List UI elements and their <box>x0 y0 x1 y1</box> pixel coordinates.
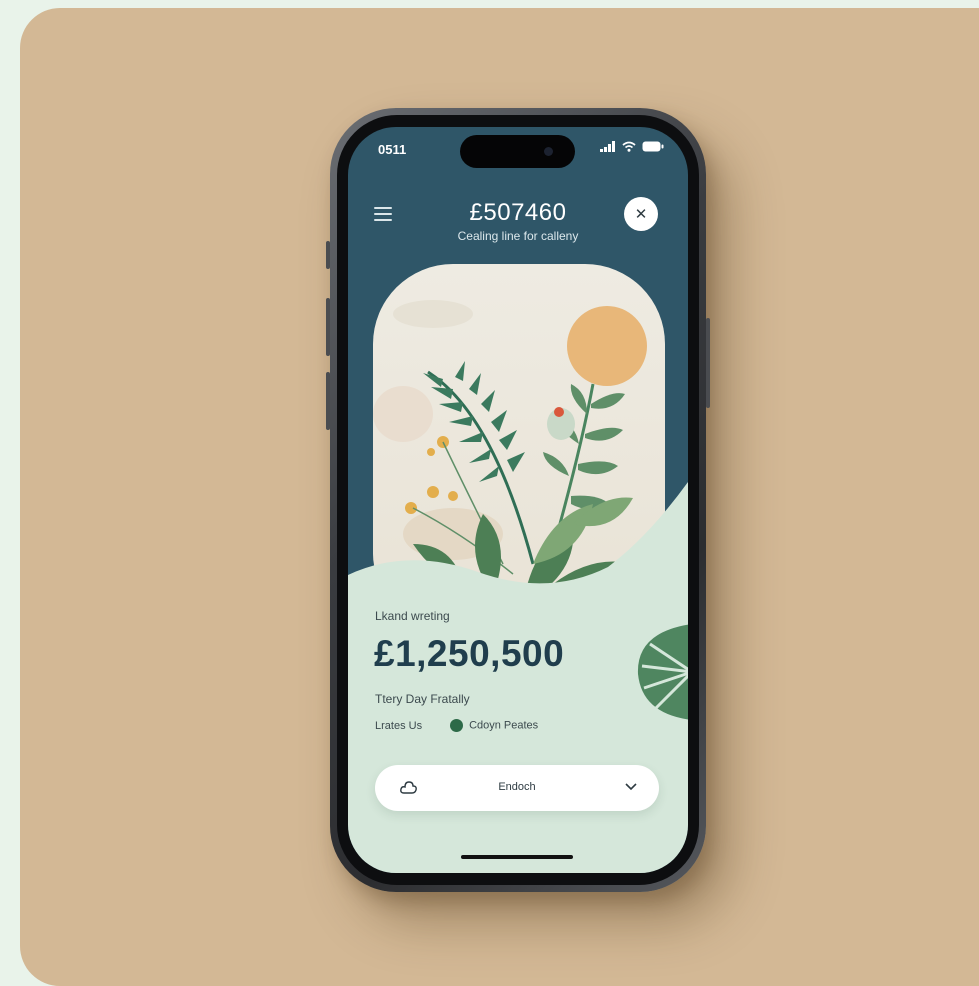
legend-right-label: Cdoyn Peates <box>469 719 539 732</box>
legend-right-item: Cdoyn Peates <box>450 719 538 732</box>
day-label: Ttery Day Fratally <box>375 692 470 706</box>
legend-left-label: Lrates Us <box>375 719 423 732</box>
action-pill-button[interactable]: Endoch <box>375 765 659 811</box>
volume-down-button <box>326 372 330 430</box>
home-indicator[interactable] <box>461 855 573 859</box>
legend-row: Lrates Us Cdoyn Peates <box>375 719 538 732</box>
mint-wave-background <box>348 482 688 873</box>
summary-label: Lkand wreting <box>375 609 450 623</box>
legend-dot <box>450 719 464 732</box>
monstera-leaf-decoration <box>637 624 688 720</box>
summary-amount: £1,250,500 <box>374 633 565 674</box>
phone-screen: 0511 £507460 Cealing line for calleny ✕ <box>348 127 688 873</box>
power-button <box>706 318 710 408</box>
action-button <box>326 241 330 269</box>
volume-up-button <box>326 298 330 356</box>
action-pill-label: Endoch <box>498 781 536 793</box>
chevron-down-icon <box>625 783 637 791</box>
phone-frame: 0511 £507460 Cealing line for calleny ✕ <box>326 108 710 892</box>
